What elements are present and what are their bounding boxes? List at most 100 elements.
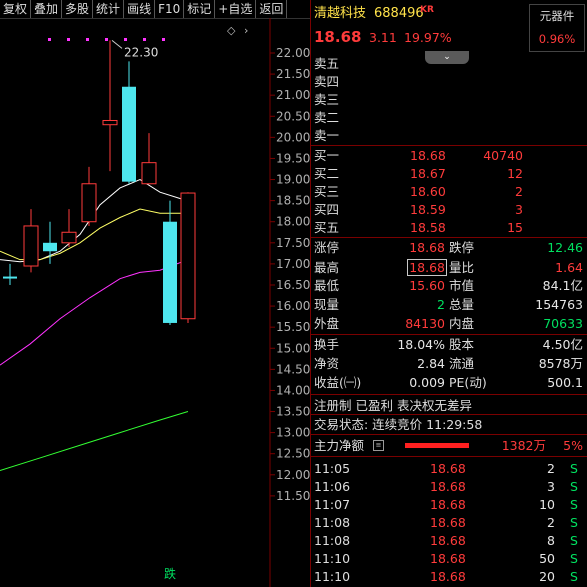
kline-chart[interactable]: 22.00 21.50 21.00 20.50 20.00 19.50 19.00 18.50… [0,18,310,587]
high-marker-pointer [111,39,123,49]
candle [102,40,118,172]
fin-value: 8578万 [538,356,583,371]
fin-label: 流通 [449,356,475,371]
fin-label: 净资 [314,356,340,371]
axis-tick-label: 14.00 [276,383,310,397]
fin-value: 2.84 [417,356,445,371]
candle-body [3,276,17,279]
overlay-button[interactable]: 叠加 [31,0,63,18]
stat-label: 内盘 [449,316,475,331]
event-dot [162,38,165,41]
ask-row: 卖三 [311,90,587,109]
candle-body [180,192,196,320]
tick-time: 11:10 [314,569,351,584]
candle [81,166,97,226]
bid-row: 买四 18.59 3 [311,200,587,219]
candle [61,209,77,248]
ask-label: 卖一 [314,128,340,143]
tick-volume: 3 [547,479,555,494]
tick-row: 11:05 18.68 2 S [311,459,587,478]
stat-value: 15.60 [409,278,445,293]
ask-label: 卖四 [314,74,340,89]
bid-price: 18.67 [410,166,446,181]
axis-tick-label: 18.00 [276,215,310,229]
bid-row: 买二 18.67 12 [311,164,587,183]
bid-volume: 3 [515,202,523,217]
bid-volume: 15 [507,220,523,235]
axis-tick-label: 19.50 [276,151,310,165]
axis-tick-label: 18.50 [276,194,310,208]
bid-row: 买五 18.58 15 [311,218,587,237]
bid-row: 买一 18.68 40740 [311,146,587,165]
stat-value: 154763 [535,297,583,312]
tick-side: S [570,515,578,530]
chevron-right-icon[interactable]: › [244,24,248,37]
stat-label: 现量 [314,297,340,312]
event-dot [143,38,146,41]
ask-row: 卖四 [311,72,587,91]
tick-volume: 50 [539,551,555,566]
tick-price: 18.68 [430,497,466,512]
tick-side: S [570,569,578,584]
candle-body [163,221,177,323]
bid-price: 18.68 [410,148,446,163]
back-button[interactable]: 返回 [256,0,288,18]
ask-label: 卖三 [314,92,340,107]
main-flow-pct: 5% [563,438,583,453]
stat-value: 2 [437,297,445,312]
tick-side: S [570,497,578,512]
tick-price: 18.68 [430,479,466,494]
event-dot [105,38,108,41]
bid-label: 买三 [314,184,340,199]
down-label: 跌 [164,566,176,581]
axis-tick-label: 15.50 [276,320,310,334]
candle-body [43,242,57,252]
diamond-icon[interactable]: ◇ [227,24,236,37]
price-row: 18.68 3.11 19.97% [311,28,587,48]
axis-tick-label: 12.00 [276,468,310,482]
tick-time: 11:06 [314,479,351,494]
fuquan-button[interactable]: 复权 [0,0,32,18]
status-row: 交易状态: 连续竞价 11:29:58 [311,415,587,434]
tick-side: S [570,479,578,494]
bid-label: 买一 [314,148,340,163]
candle [163,200,177,326]
stat-label: 跌停 [449,240,475,255]
stat-label: 量比 [449,260,475,275]
candle [3,263,17,285]
main-flow-row[interactable]: 主力净额 ≡ 1382万 5% [311,436,587,455]
mark-button[interactable]: 标记 [184,0,216,18]
axis-tick-label: 16.00 [276,299,310,313]
ma20-line [0,259,189,366]
candle-body [23,225,39,267]
stat-value: 84130 [405,316,445,331]
axis-tick-label: 13.50 [276,405,310,419]
main-flow-bar [405,443,469,448]
stock-code: 688496 [374,6,424,21]
draw-line-button[interactable]: 画线 [124,0,156,18]
candle [122,61,136,184]
add-watchlist-button[interactable]: +自选 [215,0,257,18]
price-axis: 22.00 21.50 21.00 20.50 20.00 19.50 19.00 18.50… [269,18,310,587]
axis-tick-label: 14.50 [276,362,310,376]
tick-time: 11:08 [314,533,351,548]
stat-row: 现量 2 总量 154763 [311,295,587,314]
ask-row: 卖一 [311,126,587,145]
multi-stock-button[interactable]: 多股 [62,0,94,18]
tick-side: S [570,551,578,566]
tick-row: 11:08 18.68 2 S [311,513,587,532]
stat-label: 最高 [314,260,340,275]
tick-time: 11:05 [314,461,351,476]
bid-label: 买二 [314,166,340,181]
fin-row: 净资 2.84 流通 8578万 [311,354,587,373]
tick-volume: 8 [547,533,555,548]
candle [180,192,196,323]
fin-label: 换手 [314,337,340,352]
stat-value: 70633 [543,316,583,331]
statistics-button[interactable]: 统计 [93,0,125,18]
list-icon[interactable]: ≡ [373,440,384,451]
bid-label: 买四 [314,202,340,217]
tick-time: 11:08 [314,515,351,530]
axis-tick-label: 13.00 [276,426,310,440]
f10-button[interactable]: F10 [155,0,185,18]
